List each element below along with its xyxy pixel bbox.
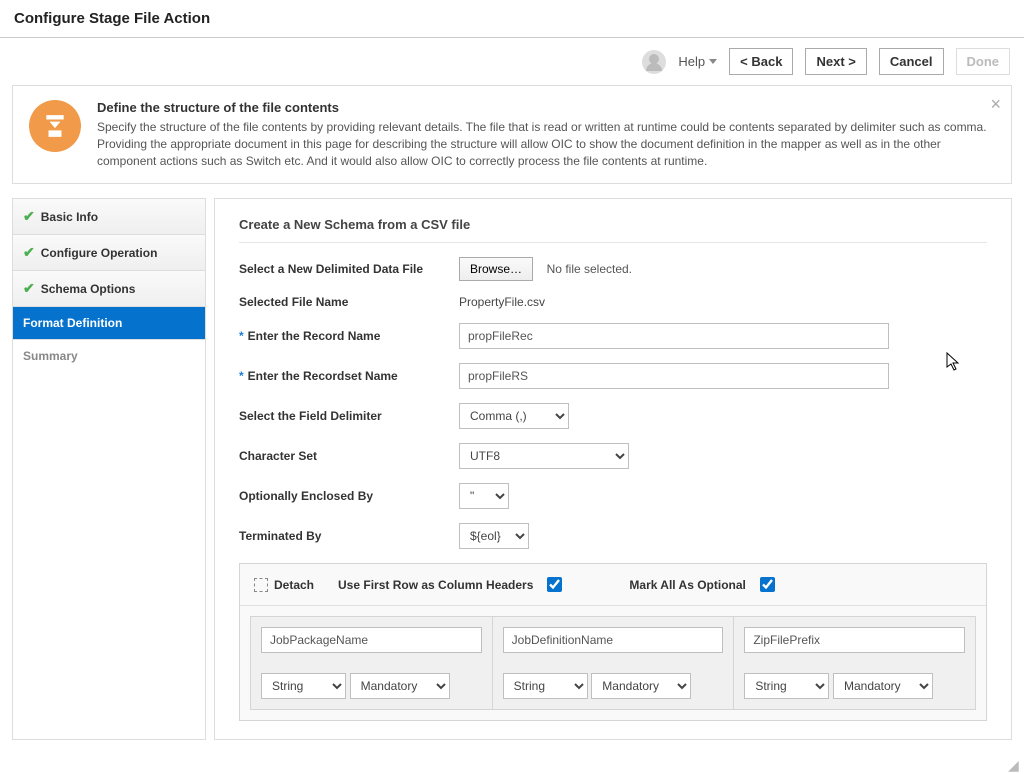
info-body: Specify the structure of the file conten… (97, 119, 995, 169)
grid-column: String Mandatory (250, 616, 493, 710)
wizard-sidebar: ✔ Basic Info ✔ Configure Operation ✔ Sch… (12, 198, 206, 740)
sidebar-item-label: Summary (23, 349, 78, 363)
mark-all-optional-label: Mark All As Optional (629, 578, 745, 592)
selected-file-label: Selected File Name (239, 295, 459, 309)
column-mandatory-select[interactable]: Mandatory (350, 673, 450, 699)
delimiter-select[interactable]: Comma (,) (459, 403, 569, 429)
recordset-name-input[interactable] (459, 363, 889, 389)
column-type-select[interactable]: String (503, 673, 588, 699)
help-menu[interactable]: Help (678, 54, 717, 69)
enclosed-label: Optionally Enclosed By (239, 489, 459, 503)
document-structure-icon (29, 100, 81, 152)
use-first-row-checkbox[interactable] (547, 577, 562, 592)
grid-column: String Mandatory (734, 616, 976, 710)
recordset-name-label-text: Enter the Recordset Name (248, 369, 398, 383)
record-name-label-text: Enter the Record Name (248, 329, 381, 343)
detach-icon (254, 578, 268, 592)
sidebar-item-label: Format Definition (23, 316, 122, 330)
browse-button[interactable]: Browse… (459, 257, 533, 281)
column-name-input[interactable] (744, 627, 965, 653)
selected-file-value: PropertyFile.csv (459, 295, 987, 309)
enclosed-select[interactable]: " (459, 483, 509, 509)
back-button[interactable]: < Back (729, 48, 793, 75)
chevron-down-icon (709, 59, 717, 64)
record-name-label: *Enter the Record Name (239, 329, 459, 343)
detach-label: Detach (274, 578, 314, 592)
use-first-row-label: Use First Row as Column Headers (338, 578, 533, 592)
detach-button[interactable]: Detach (254, 578, 314, 592)
check-icon: ✔ (23, 244, 35, 261)
terminated-select[interactable]: ${eol} (459, 523, 529, 549)
top-toolbar: Help < Back Next > Cancel Done (0, 38, 1024, 85)
column-type-select[interactable]: String (261, 673, 346, 699)
grid-toolbar: Detach Use First Row as Column Headers M… (240, 564, 986, 606)
column-mandatory-select[interactable]: Mandatory (833, 673, 933, 699)
info-heading: Define the structure of the file content… (97, 100, 995, 115)
record-name-input[interactable] (459, 323, 889, 349)
sidebar-item-basic-info[interactable]: ✔ Basic Info (13, 199, 205, 235)
next-button[interactable]: Next > (805, 48, 866, 75)
sidebar-item-label: Schema Options (41, 282, 136, 296)
section-title: Create a New Schema from a CSV file (239, 217, 987, 243)
column-mandatory-select[interactable]: Mandatory (591, 673, 691, 699)
check-icon: ✔ (23, 280, 35, 297)
charset-label: Character Set (239, 449, 459, 463)
sidebar-item-configure-operation[interactable]: ✔ Configure Operation (13, 235, 205, 271)
terminated-label: Terminated By (239, 529, 459, 543)
resize-handle-icon[interactable]: ◢ (1008, 757, 1022, 771)
mark-all-optional-checkbox[interactable] (760, 577, 775, 592)
sidebar-item-summary[interactable]: Summary (13, 340, 205, 372)
recordset-name-label: *Enter the Recordset Name (239, 369, 459, 383)
done-button: Done (956, 48, 1011, 75)
delimiter-label: Select the Field Delimiter (239, 409, 459, 423)
help-label: Help (678, 54, 705, 69)
select-file-label: Select a New Delimited Data File (239, 262, 459, 276)
column-name-input[interactable] (261, 627, 482, 653)
check-icon: ✔ (23, 208, 35, 225)
charset-select[interactable]: UTF8 (459, 443, 629, 469)
window-title: Configure Stage File Action (0, 0, 1024, 38)
user-avatar-icon (642, 50, 666, 74)
info-panel: Define the structure of the file content… (12, 85, 1012, 184)
no-file-selected-text: No file selected. (547, 262, 632, 276)
sidebar-item-format-definition[interactable]: Format Definition (13, 307, 205, 340)
sidebar-item-schema-options[interactable]: ✔ Schema Options (13, 271, 205, 307)
sidebar-item-label: Configure Operation (41, 246, 158, 260)
columns-grid: Detach Use First Row as Column Headers M… (239, 563, 987, 721)
sidebar-item-label: Basic Info (41, 210, 98, 224)
close-icon[interactable]: × (990, 94, 1001, 115)
cancel-button[interactable]: Cancel (879, 48, 944, 75)
column-type-select[interactable]: String (744, 673, 829, 699)
grid-column: String Mandatory (493, 616, 735, 710)
column-name-input[interactable] (503, 627, 724, 653)
main-content: Create a New Schema from a CSV file Sele… (214, 198, 1012, 740)
